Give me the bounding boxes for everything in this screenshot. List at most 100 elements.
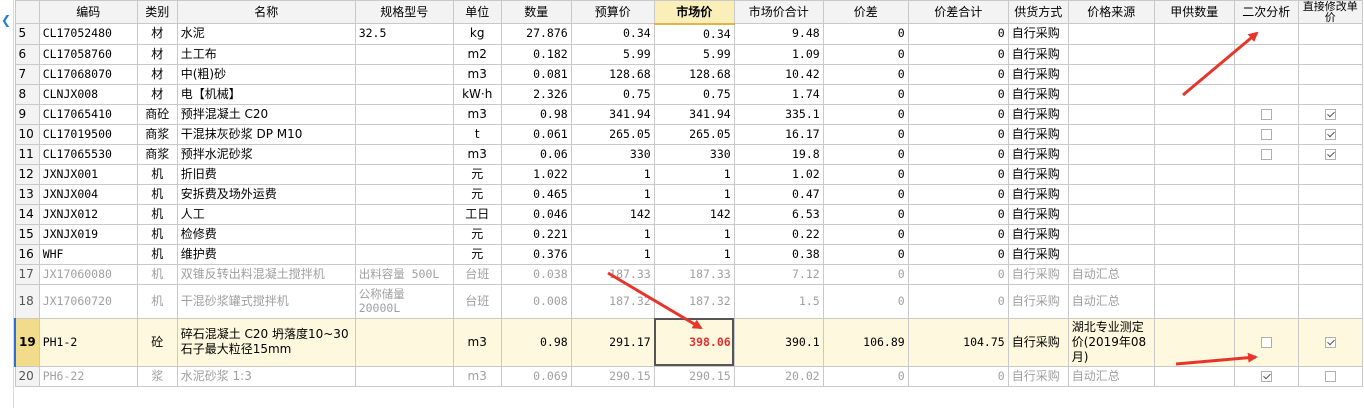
cell-owner-qty[interactable] bbox=[1153, 203, 1235, 225]
cell-budget-price[interactable]: 5.99 bbox=[570, 43, 655, 65]
cell-qty[interactable]: 0.221 bbox=[500, 223, 572, 245]
cell-owner-qty[interactable] bbox=[1153, 143, 1235, 165]
cell-supply-mode[interactable]: 自行采购 bbox=[1007, 103, 1069, 125]
cell-market-total[interactable]: 335.1 bbox=[733, 103, 824, 125]
cell-price-diff[interactable]: 0 bbox=[822, 223, 909, 245]
table-row[interactable]: 13 JXNJX004 机安拆费及场外运费元 0.465 1 1 0.47 0 0 自行采购 bbox=[14, 183, 1363, 205]
cell-qty[interactable]: 27.876 bbox=[500, 23, 572, 45]
cell-code[interactable]: PH6-22 bbox=[38, 365, 138, 387]
cell-name[interactable]: 检修费 bbox=[176, 223, 356, 245]
cell-market-total[interactable]: 16.17 bbox=[733, 123, 824, 145]
cell-market-total[interactable]: 0.47 bbox=[733, 183, 824, 205]
cell-name[interactable]: 土工布 bbox=[176, 43, 356, 65]
table-row[interactable]: 17 JX17060080 机双锥反转出料混凝土搅拌机 出料容量 500L 台班 0.03… bbox=[14, 263, 1363, 285]
secondary-analysis-checkbox[interactable] bbox=[1260, 370, 1272, 382]
cell-diff-total[interactable]: 0 bbox=[907, 63, 1009, 85]
cell-supply-mode[interactable]: 自行采购 bbox=[1007, 223, 1069, 245]
header-type[interactable]: 类别 bbox=[136, 0, 178, 24]
cell-unit[interactable]: 元 bbox=[452, 223, 502, 245]
cell-market-total[interactable]: 19.8 bbox=[733, 143, 824, 165]
cell-spec[interactable] bbox=[354, 243, 454, 265]
header-market-total[interactable]: 市场价合计 bbox=[733, 0, 824, 24]
header-unit[interactable]: 单位 bbox=[452, 0, 502, 24]
cell-market-total[interactable]: 390.1 bbox=[733, 317, 824, 367]
cell-qty[interactable]: 0.046 bbox=[500, 203, 572, 225]
cell-price-source[interactable] bbox=[1067, 63, 1155, 85]
cell-unit[interactable]: kg bbox=[452, 23, 502, 45]
cell-code[interactable]: CL17019500 bbox=[38, 123, 138, 145]
cell-diff-total[interactable]: 0 bbox=[907, 163, 1009, 185]
cell-unit[interactable]: 元 bbox=[452, 163, 502, 185]
header-price-diff[interactable]: 价差 bbox=[822, 0, 909, 24]
cell-name[interactable]: 双锥反转出料混凝土搅拌机 bbox=[176, 263, 356, 285]
cell-market-total[interactable]: 1.02 bbox=[733, 163, 824, 185]
cell-price-diff[interactable]: 106.89 bbox=[822, 317, 909, 367]
cell-price-source[interactable]: 自动汇总 bbox=[1067, 263, 1155, 285]
cell-type[interactable]: 商浆 bbox=[136, 123, 178, 145]
cell-price-diff[interactable]: 0 bbox=[822, 163, 909, 185]
cell-qty[interactable]: 0.376 bbox=[500, 243, 572, 265]
cell-budget-price[interactable]: 142 bbox=[570, 203, 655, 225]
cell-market-price[interactable]: 398.06 bbox=[653, 317, 735, 367]
cell-market-price[interactable]: 1 bbox=[653, 223, 735, 245]
side-collapse-bar[interactable]: ❮ bbox=[0, 0, 14, 408]
cell-supply-mode[interactable]: 自行采购 bbox=[1007, 263, 1069, 285]
cell-market-price[interactable]: 142 bbox=[653, 203, 735, 225]
row-number[interactable]: 10 bbox=[14, 123, 40, 145]
cell-code[interactable]: CL17065410 bbox=[38, 103, 138, 125]
cell-price-diff[interactable]: 0 bbox=[822, 123, 909, 145]
cell-supply-mode[interactable]: 自行采购 bbox=[1007, 123, 1069, 145]
cell-market-price[interactable]: 187.32 bbox=[653, 283, 735, 319]
header-owner-qty[interactable]: 甲供数量 bbox=[1153, 0, 1235, 24]
cell-spec[interactable] bbox=[354, 317, 454, 367]
header-name[interactable]: 名称 bbox=[176, 0, 356, 24]
cell-market-total[interactable]: 1.09 bbox=[733, 43, 824, 65]
secondary-analysis-checkbox[interactable] bbox=[1260, 336, 1272, 348]
cell-diff-total[interactable]: 0 bbox=[907, 43, 1009, 65]
table-row[interactable]: 10 CL17019500 商浆 干混抹灰砂浆 DP M10 t 0.061 265.05 2… bbox=[14, 123, 1363, 145]
cell-budget-price[interactable]: 290.15 bbox=[570, 365, 655, 387]
cell-market-price[interactable]: 290.15 bbox=[653, 365, 735, 387]
cell-unit[interactable]: m2 bbox=[452, 43, 502, 65]
cell-name[interactable]: 水泥 bbox=[176, 23, 356, 45]
table-row[interactable]: 5 CL17052480 材水泥 32.5 kg 27.876 0.34 0.34 9.48 0 0… bbox=[14, 23, 1363, 45]
cell-spec[interactable] bbox=[354, 123, 454, 145]
cell-price-source[interactable] bbox=[1067, 123, 1155, 145]
cell-spec[interactable] bbox=[354, 365, 454, 387]
cell-qty[interactable]: 2.326 bbox=[500, 83, 572, 105]
header-diff-total[interactable]: 价差合计 bbox=[907, 0, 1009, 24]
cell-unit[interactable]: m3 bbox=[452, 143, 502, 165]
cell-type[interactable]: 机 bbox=[136, 223, 178, 245]
header-price-source[interactable]: 价格来源 bbox=[1067, 0, 1155, 24]
cell-price-diff[interactable]: 0 bbox=[822, 43, 909, 65]
cell-price-diff[interactable]: 0 bbox=[822, 23, 909, 45]
cell-budget-price[interactable]: 1 bbox=[570, 223, 655, 245]
cell-market-total[interactable]: 1.74 bbox=[733, 83, 824, 105]
table-row[interactable]: 14 JXNJX012 机人工 工日 0.046 142 142 6.53 0 0 自行采购 bbox=[14, 203, 1363, 225]
cell-unit[interactable]: kW·h bbox=[452, 83, 502, 105]
cell-owner-qty[interactable] bbox=[1153, 83, 1235, 105]
row-number[interactable]: 8 bbox=[14, 83, 40, 105]
table-row[interactable]: 15 JXNJX019 机检修费元 0.221 1 1 0.22 0 0 自行采购 bbox=[14, 223, 1363, 245]
cell-qty[interactable]: 0.98 bbox=[500, 317, 572, 367]
row-number[interactable]: 6 bbox=[14, 43, 40, 65]
cell-spec[interactable]: 出料容量 500L bbox=[354, 263, 454, 285]
cell-price-diff[interactable]: 0 bbox=[822, 283, 909, 319]
cell-price-source[interactable] bbox=[1067, 143, 1155, 165]
cell-market-price[interactable]: 1 bbox=[653, 243, 735, 265]
cell-code[interactable]: CLNJX008 bbox=[38, 83, 138, 105]
cell-price-diff[interactable]: 0 bbox=[822, 365, 909, 387]
cell-price-diff[interactable]: 0 bbox=[822, 183, 909, 205]
row-number[interactable]: 18 bbox=[14, 283, 40, 319]
cell-diff-total[interactable]: 0 bbox=[907, 183, 1009, 205]
direct-edit-price-checkbox[interactable] bbox=[1324, 336, 1336, 348]
cell-owner-qty[interactable] bbox=[1153, 23, 1235, 45]
cell-unit[interactable]: t bbox=[452, 123, 502, 145]
cell-market-total[interactable]: 1.5 bbox=[733, 283, 824, 319]
cell-diff-total[interactable]: 104.75 bbox=[907, 317, 1009, 367]
cell-spec[interactable] bbox=[354, 83, 454, 105]
cell-name[interactable]: 水泥砂浆 1:3 bbox=[176, 365, 356, 387]
cell-owner-qty[interactable] bbox=[1153, 223, 1235, 245]
cell-supply-mode[interactable]: 自行采购 bbox=[1007, 163, 1069, 185]
cell-spec[interactable] bbox=[354, 203, 454, 225]
